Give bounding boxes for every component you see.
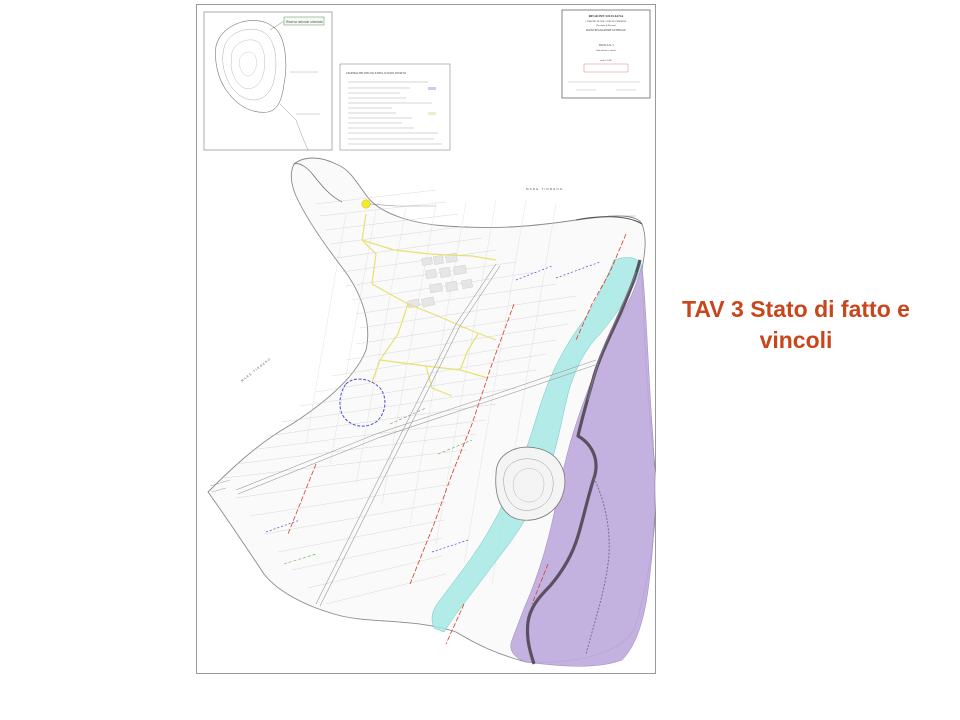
cartouche-region: REGIONE SICILIANA	[589, 14, 624, 18]
cartouche-comune: COMUNE DI ISOLA DELLE FEMMINE	[586, 20, 627, 23]
cartouche-subject: Stato di fatto e vincoli	[596, 49, 616, 52]
yellow-marker	[361, 199, 371, 209]
map-sheet: Riserva naturale orientata LEGENDA DEI V…	[196, 4, 656, 674]
legend-title: LEGENDA DEI VINCOLI E DELLO STATO DI FAT…	[346, 72, 406, 75]
inset-label: Riserva naturale orientata	[286, 20, 323, 24]
cartouche-plan: PIANO REGOLATORE GENERALE	[586, 29, 626, 32]
title-cartouche: REGIONE SICILIANA COMUNE DI ISOLA DELLE …	[561, 9, 651, 99]
sea-label-north: MARE TIRRENO	[526, 187, 563, 191]
cartouche-scale: scala 1:2.000	[600, 60, 612, 62]
legend-box: LEGENDA DEI VINCOLI E DELLO STATO DI FAT…	[339, 63, 451, 151]
inset-map: Riserva naturale orientata	[203, 11, 333, 151]
cartouche-sheet: TAVOLA N. 3	[598, 44, 614, 47]
slide: Riserva naturale orientata LEGENDA DEI V…	[0, 0, 960, 720]
cartouche-provincia: (Provincia di Palermo)	[596, 24, 616, 27]
slide-title: TAV 3 Stato di fatto e vincoli	[682, 296, 910, 353]
